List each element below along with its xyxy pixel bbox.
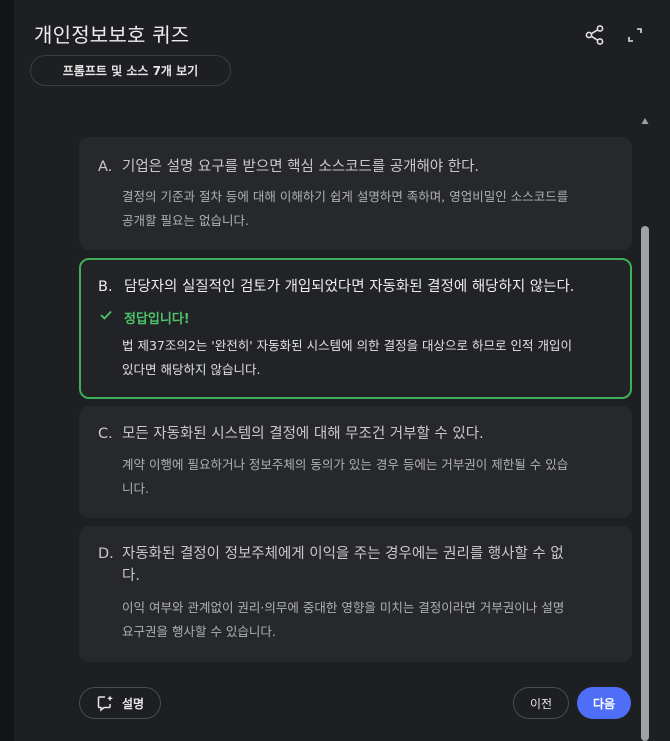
option-b-card[interactable]: B. 담당자의 실질적인 검토가 개입되었다면 자동화된 결정에 해당하지 않는…: [79, 258, 632, 399]
correct-label: 정답입니다!: [124, 312, 190, 327]
explain-button[interactable]: 설명: [79, 687, 161, 719]
explain-label: 설명: [122, 696, 145, 711]
share-icon[interactable]: [584, 24, 606, 46]
page-title: 개인정보보호 퀴즈: [34, 23, 190, 47]
option-text: 담당자의 실질적인 검토가 개입되었다면 자동화된 결정에 해당하지 않는다.: [124, 279, 575, 295]
explanation-line: 요구권을 행사할 수 있습니다.: [122, 624, 276, 639]
explanation-line: 계약 이행에 필요하거나 정보주체의 동의가 있는 경우 등에는 거부권이 제한…: [122, 457, 569, 472]
expand-icon[interactable]: [626, 26, 644, 44]
option-question: C. 모든 자동화된 시스템의 결정에 대해 무조건 거부할 수 있다.: [98, 423, 618, 445]
option-text: 기업은 설명 요구를 받으면 핵심 소스코드를 공개해야 한다.: [122, 159, 480, 175]
option-explanation: 계약 이행에 필요하거나 정보주체의 동의가 있는 경우 등에는 거부권이 제한…: [122, 453, 622, 501]
option-text: 모든 자동화된 시스템의 결정에 대해 무조건 거부할 수 있다.: [122, 426, 484, 442]
option-explanation: 법 제37조의2는 '완전히' 자동화된 시스템에 의한 결정을 대상으로 하므…: [122, 334, 628, 382]
option-explanation: 이익 여부와 관계없이 권리·의무에 중대한 영향을 미치는 결정이라면 거부권…: [122, 596, 622, 644]
previous-button[interactable]: 이전: [513, 687, 569, 719]
option-d-card[interactable]: D. 자동화된 결정이 정보주체에게 이익을 주는 경우에는 권리를 행사할 수…: [79, 526, 632, 662]
view-sources-button[interactable]: 프롬프트 및 소스 7개 보기: [30, 55, 231, 86]
option-question: A. 기업은 설명 요구를 받으면 핵심 소스코드를 공개해야 한다.: [98, 156, 618, 178]
option-explanation: 결정의 기준과 절차 등에 대해 이해하기 쉽게 설명하면 족하며, 영업비밀인…: [122, 185, 622, 233]
option-text-line: 자동화된 결정이 정보주체에게 이익을 주는 경우에는 권리를 행사할 수 없: [122, 546, 564, 562]
option-c-card[interactable]: C. 모든 자동화된 시스템의 결정에 대해 무조건 거부할 수 있다. 계약 …: [79, 406, 632, 518]
option-a-card[interactable]: A. 기업은 설명 요구를 받으면 핵심 소스코드를 공개해야 한다. 결정의 …: [79, 137, 632, 250]
option-text-line: 다.: [122, 568, 140, 584]
next-button[interactable]: 다음: [577, 687, 631, 719]
option-question: D. 자동화된 결정이 정보주체에게 이익을 주는 경우에는 권리를 행사할 수…: [98, 543, 618, 587]
option-letter: C.: [98, 426, 113, 442]
explanation-line: 결정의 기준과 절차 등에 대해 이해하기 쉽게 설명하면 족하며, 영업비밀인…: [122, 189, 569, 204]
option-letter: A.: [98, 159, 113, 175]
explanation-line: 니다.: [122, 481, 149, 496]
option-question: B. 담당자의 실질적인 검토가 개입되었다면 자동화된 결정에 해당하지 않는…: [98, 276, 628, 298]
explanation-line: 이익 여부와 관계없이 권리·의무에 중대한 영향을 미치는 결정이라면 거부권…: [122, 600, 565, 615]
explanation-line: 있다면 해당하지 않습니다.: [122, 362, 261, 377]
explain-sparkle-icon: [97, 695, 113, 712]
check-icon: [100, 310, 112, 320]
scroll-up-arrow-icon[interactable]: [641, 117, 649, 125]
scrollbar-thumb[interactable]: [641, 226, 649, 741]
option-letter: D.: [98, 546, 114, 562]
explanation-line: 법 제37조의2는 '완전히' 자동화된 시스템에 의한 결정을 대상으로 하므…: [122, 338, 572, 353]
explanation-line: 공개할 필요는 없습니다.: [122, 213, 249, 228]
option-letter: B.: [98, 279, 113, 295]
